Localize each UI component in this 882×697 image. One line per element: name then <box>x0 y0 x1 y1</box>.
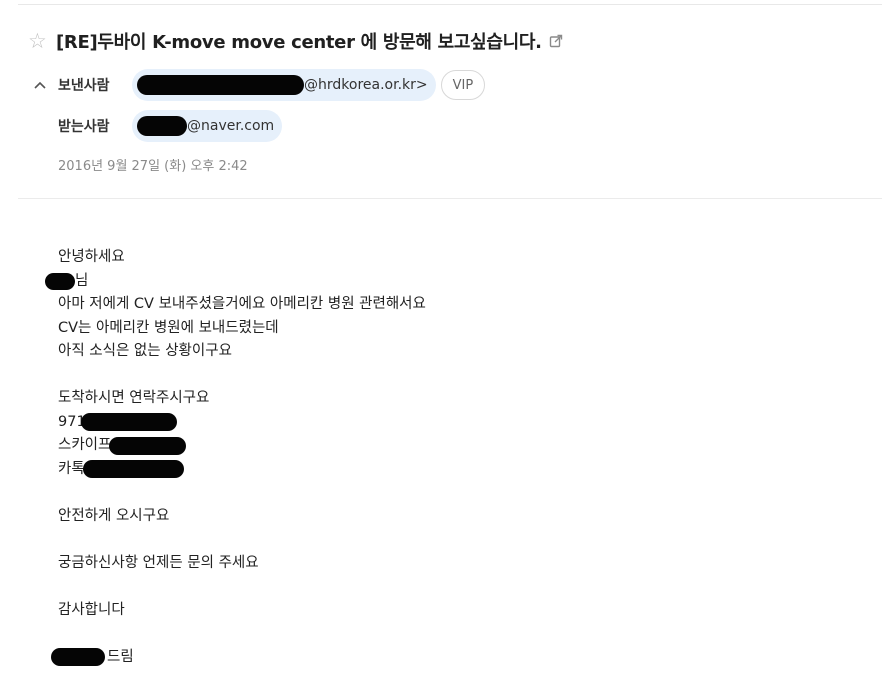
redacted-sender-name <box>137 75 304 95</box>
top-divider <box>18 4 882 5</box>
kakao-label: 카톡 <box>58 460 85 477</box>
email-subject: [RE]두바이 K-move move center 에 방문해 보고싶습니다. <box>56 32 542 53</box>
body-line: 아직 소식은 없는 상황이구요 <box>58 343 232 359</box>
sender-row: 보낸사람 @hrdkorea.or.kr> VIP <box>30 69 486 101</box>
redacted-signature <box>51 648 105 667</box>
header-divider <box>18 198 882 199</box>
redacted-phone <box>80 413 177 432</box>
body-line: 안전하게 오시구요 <box>58 507 170 524</box>
chevron-up-icon[interactable] <box>30 78 54 92</box>
phone-line: 971 <box>58 411 426 435</box>
name-line: 님 <box>45 270 426 294</box>
sender-label: 보낸사람 <box>58 78 110 94</box>
skype-line: 스카이프 <box>58 434 426 458</box>
redacted-kakao <box>82 460 184 479</box>
signature-suffix: 드림 <box>107 648 134 665</box>
skype-label: 스카이프 <box>58 437 112 453</box>
email-body: 안녕하세요 님 아마 저에게 CV 보내주셨을거에요 아메리칸 병원 관련해서요… <box>45 246 426 670</box>
sender-chip[interactable]: @hrdkorea.or.kr> <box>132 69 436 101</box>
kakao-line: 카톡 <box>58 458 426 482</box>
email-date: 2016년 9월 27일 (화) 오후 2:42 <box>58 159 248 174</box>
recipient-label: 받는사람 <box>58 119 110 135</box>
redacted-skype <box>109 436 187 455</box>
star-icon[interactable]: ☆ <box>28 30 56 52</box>
redacted-name <box>45 272 75 290</box>
recipient-row: 받는사람 @naver.com <box>58 110 283 142</box>
recipient-domain: @naver.com <box>187 118 275 134</box>
redacted-recipient-name <box>137 116 187 136</box>
body-line: 궁금하신사항 언제든 문의 주세요 <box>58 554 259 571</box>
body-line: 아마 저에게 CV 보내주셨을거에요 아메리칸 병원 관련해서요 <box>58 296 426 312</box>
vip-button[interactable]: VIP <box>440 70 486 100</box>
subject-row: ☆ [RE]두바이 K-move move center 에 방문해 보고싶습니… <box>28 27 563 55</box>
body-line: 도착하시면 연락주시구요 <box>58 390 210 406</box>
sender-domain: @hrdkorea.or.kr> <box>304 77 428 93</box>
body-line: CV는 아메리칸 병원에 보내드렸는데 <box>58 319 279 336</box>
greeting-line: 안녕하세요 <box>58 249 125 265</box>
name-suffix: 님 <box>75 272 89 289</box>
external-window-icon[interactable] <box>549 34 563 48</box>
recipient-chip[interactable]: @naver.com <box>132 110 283 142</box>
signature-line: 드림 <box>51 646 426 670</box>
body-line: 감사합니다 <box>58 601 125 618</box>
